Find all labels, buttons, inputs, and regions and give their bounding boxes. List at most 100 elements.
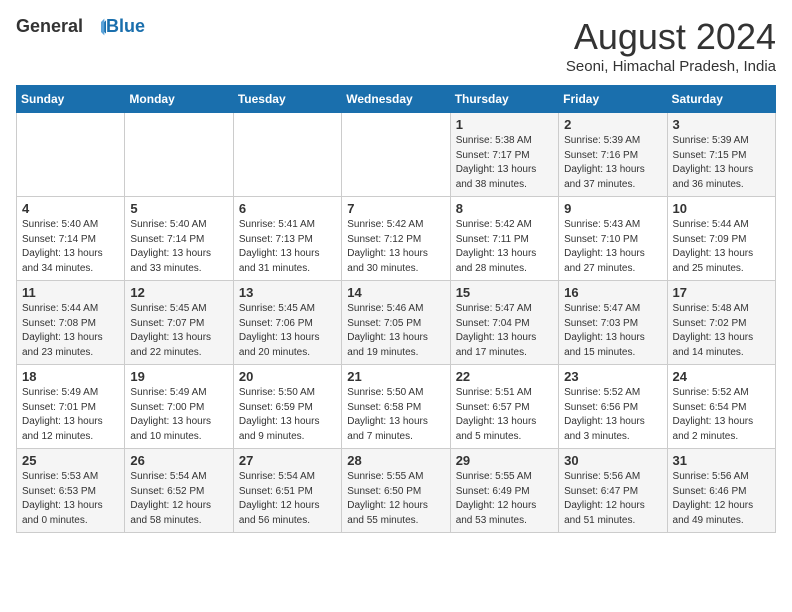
day-info: Sunrise: 5:42 AMSunset: 7:12 PMDaylight:… bbox=[347, 218, 444, 276]
day-info: Sunrise: 5:39 AMSunset: 7:15 PMDaylight:… bbox=[673, 134, 770, 192]
day-number: 28 bbox=[347, 453, 444, 468]
day-number: 26 bbox=[130, 453, 227, 468]
calendar-cell: 20Sunrise: 5:50 AMSunset: 6:59 PMDayligh… bbox=[233, 365, 341, 449]
day-number: 11 bbox=[22, 285, 119, 300]
day-number: 12 bbox=[130, 285, 227, 300]
day-number: 18 bbox=[22, 369, 119, 384]
location-subtitle: Seoni, Himachal Pradesh, India bbox=[566, 58, 776, 75]
calendar-cell: 12 Sunrise: 5:45 AMSunset: 7:07 PMDayligh… bbox=[125, 281, 233, 365]
logo-blue-text: Blue bbox=[106, 16, 145, 37]
day-number: 31 bbox=[673, 453, 770, 468]
day-number: 6 bbox=[239, 201, 336, 216]
day-info: Sunrise: 5:40 AMSunset: 7:14 PMDaylight:… bbox=[22, 218, 119, 276]
calendar-cell: 17 Sunrise: 5:48 AMSunset: 7:02 PMDayligh… bbox=[667, 281, 775, 365]
calendar-cell: 6 Sunrise: 5:41 AMSunset: 7:13 PMDaylight… bbox=[233, 197, 341, 281]
day-info: Sunrise: 5:49 AMSunset: 7:00 PMDaylight:… bbox=[130, 386, 227, 444]
day-number: 22 bbox=[456, 369, 553, 384]
calendar-cell: 15Sunrise: 5:47 AMSunset: 7:04 PMDayligh… bbox=[450, 281, 558, 365]
day-number: 1 bbox=[456, 117, 553, 132]
day-number: 8 bbox=[456, 201, 553, 216]
calendar-cell: 9Sunrise: 5:43 AMSunset: 7:10 PMDaylight… bbox=[559, 197, 667, 281]
calendar-cell: 13Sunrise: 5:45 AMSunset: 7:06 PMDayligh… bbox=[233, 281, 341, 365]
calendar-cell: 11 Sunrise: 5:44 AMSunset: 7:08 PMDayligh… bbox=[17, 281, 125, 365]
calendar-cell: 16 Sunrise: 5:47 AMSunset: 7:03 PMDayligh… bbox=[559, 281, 667, 365]
page-header: General Blue August 2024 Seoni, Himachal… bbox=[16, 16, 776, 75]
day-number: 30 bbox=[564, 453, 661, 468]
calendar-cell bbox=[125, 113, 233, 197]
day-info: Sunrise: 5:43 AMSunset: 7:10 PMDaylight:… bbox=[564, 218, 661, 276]
calendar-cell: 25 Sunrise: 5:53 AMSunset: 6:53 PMDayligh… bbox=[17, 449, 125, 533]
day-number: 4 bbox=[22, 201, 119, 216]
day-number: 19 bbox=[130, 369, 227, 384]
calendar-cell: 22 Sunrise: 5:51 AMSunset: 6:57 PMDayligh… bbox=[450, 365, 558, 449]
week-row-3: 11 Sunrise: 5:44 AMSunset: 7:08 PMDayligh… bbox=[17, 281, 776, 365]
day-info: Sunrise: 5:54 AMSunset: 6:52 PMDaylight:… bbox=[130, 470, 227, 528]
day-info: Sunrise: 5:38 AMSunset: 7:17 PMDaylight:… bbox=[456, 134, 553, 192]
logo-icon bbox=[86, 17, 106, 37]
weekday-header-sunday: Sunday bbox=[17, 86, 125, 113]
calendar-cell: 5 Sunrise: 5:40 AMSunset: 7:14 PMDaylight… bbox=[125, 197, 233, 281]
calendar-cell: 30 Sunrise: 5:56 AMSunset: 6:47 PMDayligh… bbox=[559, 449, 667, 533]
calendar-cell: 27Sunrise: 5:54 AMSunset: 6:51 PMDayligh… bbox=[233, 449, 341, 533]
weekday-header-thursday: Thursday bbox=[450, 86, 558, 113]
calendar-cell: 23Sunrise: 5:52 AMSunset: 6:56 PMDayligh… bbox=[559, 365, 667, 449]
calendar-cell bbox=[233, 113, 341, 197]
day-info: Sunrise: 5:52 AMSunset: 6:54 PMDaylight:… bbox=[673, 386, 770, 444]
day-number: 13 bbox=[239, 285, 336, 300]
calendar-cell: 1 Sunrise: 5:38 AMSunset: 7:17 PMDaylight… bbox=[450, 113, 558, 197]
day-info: Sunrise: 5:48 AMSunset: 7:02 PMDaylight:… bbox=[673, 302, 770, 360]
day-info: Sunrise: 5:41 AMSunset: 7:13 PMDaylight:… bbox=[239, 218, 336, 276]
day-info: Sunrise: 5:40 AMSunset: 7:14 PMDaylight:… bbox=[130, 218, 227, 276]
day-info: Sunrise: 5:42 AMSunset: 7:11 PMDaylight:… bbox=[456, 218, 553, 276]
day-info: Sunrise: 5:44 AMSunset: 7:08 PMDaylight:… bbox=[22, 302, 119, 360]
calendar-cell: 8 Sunrise: 5:42 AMSunset: 7:11 PMDaylight… bbox=[450, 197, 558, 281]
weekday-header-monday: Monday bbox=[125, 86, 233, 113]
weekday-header-friday: Friday bbox=[559, 86, 667, 113]
day-number: 5 bbox=[130, 201, 227, 216]
weekday-header-saturday: Saturday bbox=[667, 86, 775, 113]
day-info: Sunrise: 5:56 AMSunset: 6:47 PMDaylight:… bbox=[564, 470, 661, 528]
calendar-cell: 31 Sunrise: 5:56 AMSunset: 6:46 PMDayligh… bbox=[667, 449, 775, 533]
day-info: Sunrise: 5:47 AMSunset: 7:03 PMDaylight:… bbox=[564, 302, 661, 360]
day-number: 15 bbox=[456, 285, 553, 300]
day-info: Sunrise: 5:56 AMSunset: 6:46 PMDaylight:… bbox=[673, 470, 770, 528]
day-number: 25 bbox=[22, 453, 119, 468]
calendar-cell: 18Sunrise: 5:49 AMSunset: 7:01 PMDayligh… bbox=[17, 365, 125, 449]
calendar-cell: 21Sunrise: 5:50 AMSunset: 6:58 PMDayligh… bbox=[342, 365, 450, 449]
day-number: 14 bbox=[347, 285, 444, 300]
weekday-header-wednesday: Wednesday bbox=[342, 86, 450, 113]
day-number: 20 bbox=[239, 369, 336, 384]
week-row-4: 18Sunrise: 5:49 AMSunset: 7:01 PMDayligh… bbox=[17, 365, 776, 449]
month-title: August 2024 bbox=[566, 16, 776, 58]
week-row-5: 25 Sunrise: 5:53 AMSunset: 6:53 PMDayligh… bbox=[17, 449, 776, 533]
day-info: Sunrise: 5:55 AMSunset: 6:50 PMDaylight:… bbox=[347, 470, 444, 528]
day-number: 3 bbox=[673, 117, 770, 132]
header-row: SundayMondayTuesdayWednesdayThursdayFrid… bbox=[17, 86, 776, 113]
calendar-cell: 28 Sunrise: 5:55 AMSunset: 6:50 PMDayligh… bbox=[342, 449, 450, 533]
day-info: Sunrise: 5:53 AMSunset: 6:53 PMDaylight:… bbox=[22, 470, 119, 528]
day-number: 2 bbox=[564, 117, 661, 132]
calendar-cell: 7 Sunrise: 5:42 AMSunset: 7:12 PMDaylight… bbox=[342, 197, 450, 281]
day-number: 27 bbox=[239, 453, 336, 468]
day-number: 29 bbox=[456, 453, 553, 468]
logo-general-text: General bbox=[16, 16, 83, 37]
logo: General Blue bbox=[16, 16, 145, 37]
day-info: Sunrise: 5:45 AMSunset: 7:07 PMDaylight:… bbox=[130, 302, 227, 360]
calendar-cell: 10 Sunrise: 5:44 AMSunset: 7:09 PMDayligh… bbox=[667, 197, 775, 281]
calendar-cell bbox=[342, 113, 450, 197]
weekday-header-tuesday: Tuesday bbox=[233, 86, 341, 113]
day-info: Sunrise: 5:51 AMSunset: 6:57 PMDaylight:… bbox=[456, 386, 553, 444]
calendar-cell: 4 Sunrise: 5:40 AMSunset: 7:14 PMDaylight… bbox=[17, 197, 125, 281]
calendar-cell: 14 Sunrise: 5:46 AMSunset: 7:05 PMDayligh… bbox=[342, 281, 450, 365]
day-info: Sunrise: 5:44 AMSunset: 7:09 PMDaylight:… bbox=[673, 218, 770, 276]
day-number: 17 bbox=[673, 285, 770, 300]
week-row-1: 1 Sunrise: 5:38 AMSunset: 7:17 PMDaylight… bbox=[17, 113, 776, 197]
day-number: 7 bbox=[347, 201, 444, 216]
day-info: Sunrise: 5:50 AMSunset: 6:58 PMDaylight:… bbox=[347, 386, 444, 444]
day-number: 10 bbox=[673, 201, 770, 216]
calendar-cell: 2Sunrise: 5:39 AMSunset: 7:16 PMDaylight… bbox=[559, 113, 667, 197]
day-number: 23 bbox=[564, 369, 661, 384]
day-number: 16 bbox=[564, 285, 661, 300]
day-info: Sunrise: 5:46 AMSunset: 7:05 PMDaylight:… bbox=[347, 302, 444, 360]
week-row-2: 4 Sunrise: 5:40 AMSunset: 7:14 PMDaylight… bbox=[17, 197, 776, 281]
